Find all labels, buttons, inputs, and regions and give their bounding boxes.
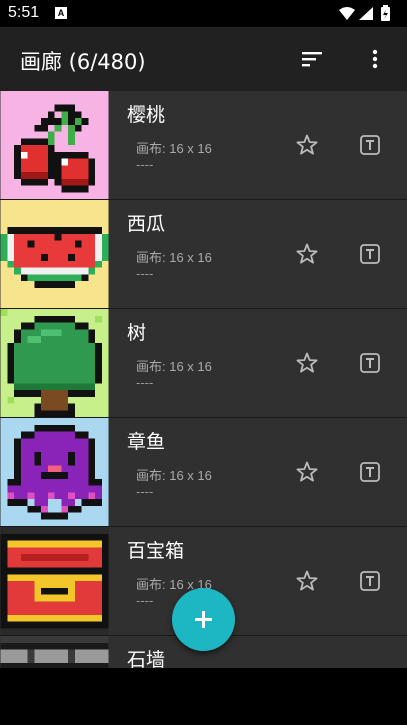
gallery-list[interactable]: 樱桃 画布: 16 x 16 ---- 西瓜 画布: 16 x 16 ----: [0, 91, 407, 668]
list-item[interactable]: 章鱼 画布: 16 x 16 ----: [0, 418, 407, 527]
item-name: 西瓜: [127, 213, 166, 235]
thumbnail-treasure-chest: [0, 527, 109, 635]
star-icon[interactable]: [295, 133, 319, 157]
signal-icon: [359, 7, 373, 20]
text-edit-icon[interactable]: [358, 351, 382, 375]
item-desc: ----: [136, 593, 154, 608]
status-icons: [337, 5, 397, 27]
star-icon[interactable]: [295, 351, 319, 375]
item-name: 樱桃: [127, 104, 166, 126]
thumbnail-tree: [0, 309, 109, 417]
wifi-icon: [339, 7, 355, 20]
thumbnail-octopus: [0, 418, 109, 526]
canvas-size: 画布: 16 x 16: [136, 250, 212, 265]
page-title: 画廊 (6/480): [20, 50, 146, 74]
thumbnail-cherry: [0, 91, 109, 199]
item-desc: ----: [136, 157, 154, 172]
list-item[interactable]: 树 画布: 16 x 16 ----: [0, 309, 407, 418]
item-name: 百宝箱: [127, 540, 185, 562]
item-name: 树: [127, 322, 147, 344]
text-edit-icon[interactable]: [358, 133, 382, 157]
item-desc: ----: [136, 266, 154, 281]
item-name: 石墙: [127, 649, 166, 668]
thumbnail-stone-wall: [0, 636, 109, 668]
app-bar: 画廊 (6/480): [0, 27, 407, 91]
status-time: 5:51: [8, 4, 40, 21]
list-item[interactable]: 西瓜 画布: 16 x 16 ----: [0, 200, 407, 309]
add-icon: [195, 611, 212, 628]
text-edit-icon[interactable]: [358, 460, 382, 484]
notification-icon: A: [55, 7, 67, 19]
more-vert-icon[interactable]: [363, 47, 387, 71]
star-icon[interactable]: [295, 242, 319, 266]
sort-icon[interactable]: [300, 49, 324, 69]
canvas-size: 画布: 16 x 16: [136, 141, 212, 156]
navigation-bar: [0, 668, 407, 725]
canvas-size: 画布: 16 x 16: [136, 468, 212, 483]
star-icon[interactable]: [295, 569, 319, 593]
item-desc: ----: [136, 375, 154, 390]
canvas-size: 画布: 16 x 16: [136, 359, 212, 374]
item-name: 章鱼: [127, 431, 166, 453]
text-edit-icon[interactable]: [358, 242, 382, 266]
list-item[interactable]: 樱桃 画布: 16 x 16 ----: [0, 91, 407, 200]
star-icon[interactable]: [295, 460, 319, 484]
battery-icon: [381, 5, 390, 21]
text-edit-icon[interactable]: [358, 569, 382, 593]
add-button[interactable]: [172, 588, 235, 651]
item-desc: ----: [136, 484, 154, 499]
thumbnail-watermelon: [0, 200, 109, 308]
status-bar: 5:51 A: [0, 0, 407, 27]
